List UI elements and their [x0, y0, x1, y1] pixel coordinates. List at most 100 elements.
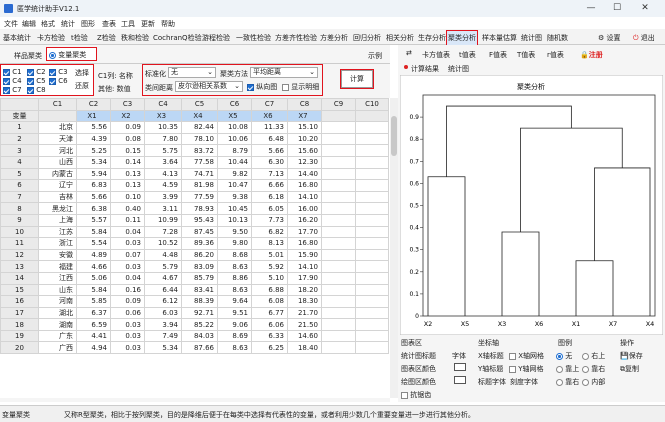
- table-cell[interactable]: 84.03: [181, 329, 218, 343]
- table-cell[interactable]: 6.59: [76, 318, 111, 331]
- table-cell[interactable]: 6.44: [144, 283, 182, 297]
- table-cell[interactable]: 吉林: [38, 190, 77, 204]
- menu-graph[interactable]: 图形: [81, 19, 95, 29]
- table-cell[interactable]: 上海: [38, 213, 77, 227]
- table-cell[interactable]: 6.12: [144, 295, 182, 308]
- compute-button[interactable]: 计算: [340, 69, 374, 89]
- restore-button[interactable]: 还原: [75, 81, 89, 91]
- table-cell[interactable]: 9.82: [217, 167, 252, 181]
- empty-cell[interactable]: [321, 213, 356, 227]
- tool-basic[interactable]: 基本统计: [3, 33, 31, 43]
- table-cell[interactable]: 4.59: [144, 179, 182, 192]
- empty-cell[interactable]: [355, 329, 389, 343]
- table-cell[interactable]: 9.51: [217, 306, 252, 320]
- tool-ranksum[interactable]: 秩和检验: [121, 33, 149, 43]
- table-cell[interactable]: 7.28: [144, 225, 182, 239]
- column-header[interactable]: C7: [251, 98, 288, 111]
- table-cell[interactable]: 0.40: [110, 202, 145, 215]
- legend-top-radio[interactable]: 靠上: [556, 364, 579, 374]
- scrollbar-thumb[interactable]: [391, 116, 397, 156]
- table-cell[interactable]: 5.84: [76, 283, 111, 297]
- exit-button[interactable]: ⏻ 退出: [633, 33, 655, 43]
- table-cell[interactable]: 14.40: [287, 167, 322, 181]
- table-cell[interactable]: 湖南: [38, 318, 77, 331]
- table-cell[interactable]: 83.72: [181, 144, 218, 157]
- table-cell[interactable]: 5.54: [76, 237, 111, 250]
- menu-format[interactable]: 格式: [41, 19, 55, 29]
- check-c7[interactable]: C7: [3, 86, 22, 94]
- font-button[interactable]: 字体: [452, 351, 466, 361]
- tool-chisq[interactable]: 卡方检验: [37, 33, 65, 43]
- table-cell[interactable]: 0.04: [110, 225, 145, 239]
- table-cell[interactable]: 5.34: [76, 155, 111, 169]
- table-cell[interactable]: 21.70: [287, 306, 322, 320]
- table-cell[interactable]: 河南: [38, 295, 77, 308]
- table-cell[interactable]: 7.73: [251, 213, 288, 227]
- variable-cell[interactable]: X4: [181, 109, 218, 123]
- table-cell[interactable]: 8.68: [217, 248, 252, 262]
- table-cell[interactable]: 5.01: [251, 248, 288, 262]
- table-cell[interactable]: 江西: [38, 271, 77, 285]
- tool-correlation[interactable]: 相关分析: [386, 33, 414, 43]
- table-cell[interactable]: 0.09: [110, 295, 145, 308]
- table-cell[interactable]: 10.06: [217, 132, 252, 146]
- variable-cell[interactable]: [38, 109, 77, 123]
- table-cell[interactable]: 87.45: [181, 225, 218, 239]
- plot-bg-color[interactable]: [454, 376, 466, 384]
- table-cell[interactable]: 安徽: [38, 248, 77, 262]
- table-cell[interactable]: 0.07: [110, 248, 145, 262]
- table-cell[interactable]: 天津: [38, 132, 77, 146]
- table-cell[interactable]: 0.13: [110, 179, 145, 192]
- table-cell[interactable]: 10.44: [217, 155, 252, 169]
- row-header[interactable]: 18: [0, 318, 39, 331]
- table-cell[interactable]: 0.14: [110, 155, 145, 169]
- table-cell[interactable]: 湖北: [38, 306, 77, 320]
- table-cell[interactable]: 10.45: [217, 202, 252, 215]
- save-button[interactable]: 💾保存: [620, 351, 643, 361]
- table-cell[interactable]: 87.66: [181, 341, 218, 355]
- table-cell[interactable]: 6.06: [251, 318, 288, 331]
- menu-file[interactable]: 文件: [4, 19, 18, 29]
- table-cell[interactable]: 北京: [38, 121, 77, 134]
- table-cell[interactable]: 15.60: [287, 144, 322, 157]
- table-cell[interactable]: 82.44: [181, 121, 218, 134]
- empty-cell[interactable]: [321, 295, 356, 308]
- tab-sample-cluster[interactable]: 样品聚类: [14, 51, 42, 61]
- menu-update[interactable]: 更新: [141, 19, 155, 29]
- table-cell[interactable]: 3.11: [144, 202, 182, 215]
- table-cell[interactable]: 6.77: [251, 306, 288, 320]
- table-cell[interactable]: 77.59: [181, 190, 218, 204]
- tool-anova[interactable]: 方差分析: [320, 33, 348, 43]
- empty-cell[interactable]: [355, 121, 389, 134]
- table-cell[interactable]: 6.25: [251, 341, 288, 355]
- title-font-button[interactable]: 标题字体: [478, 377, 506, 387]
- row-header[interactable]: 12: [0, 248, 39, 262]
- variable-radio[interactable]: [49, 51, 56, 59]
- table-cell[interactable]: 6.38: [76, 202, 111, 215]
- tab-f-table[interactable]: F值表: [489, 50, 507, 60]
- y-grid-checkbox[interactable]: Y轴网格: [509, 364, 544, 374]
- table-cell[interactable]: 辽宁: [38, 179, 77, 192]
- table-cell[interactable]: 江苏: [38, 225, 77, 239]
- table-cell[interactable]: 14.60: [287, 329, 322, 343]
- tool-cluster[interactable]: 聚类分析: [446, 30, 478, 46]
- table-cell[interactable]: 16.80: [287, 237, 322, 250]
- legend-topright-radio[interactable]: 右上: [582, 351, 605, 361]
- register-button[interactable]: 🔒注册: [580, 50, 603, 60]
- standardize-select[interactable]: 无 ⌄: [168, 67, 216, 78]
- empty-cell[interactable]: [355, 167, 389, 181]
- table-cell[interactable]: 18.30: [287, 295, 322, 308]
- table-cell[interactable]: 83.41: [181, 283, 218, 297]
- table-cell[interactable]: 85.22: [181, 318, 218, 331]
- column-header[interactable]: C4: [144, 98, 182, 111]
- table-cell[interactable]: 5.34: [144, 341, 182, 355]
- table-cell[interactable]: 6.82: [251, 225, 288, 239]
- column-header[interactable]: C6: [217, 98, 252, 111]
- table-cell[interactable]: 5.57: [76, 213, 111, 227]
- column-header[interactable]: C2: [76, 98, 111, 111]
- maximize-button[interactable]: ☐: [605, 2, 629, 15]
- table-cell[interactable]: 8.79: [217, 144, 252, 157]
- row-header[interactable]: 1: [0, 121, 39, 134]
- menu-stats[interactable]: 统计: [61, 19, 75, 29]
- table-cell[interactable]: 16.80: [287, 179, 322, 192]
